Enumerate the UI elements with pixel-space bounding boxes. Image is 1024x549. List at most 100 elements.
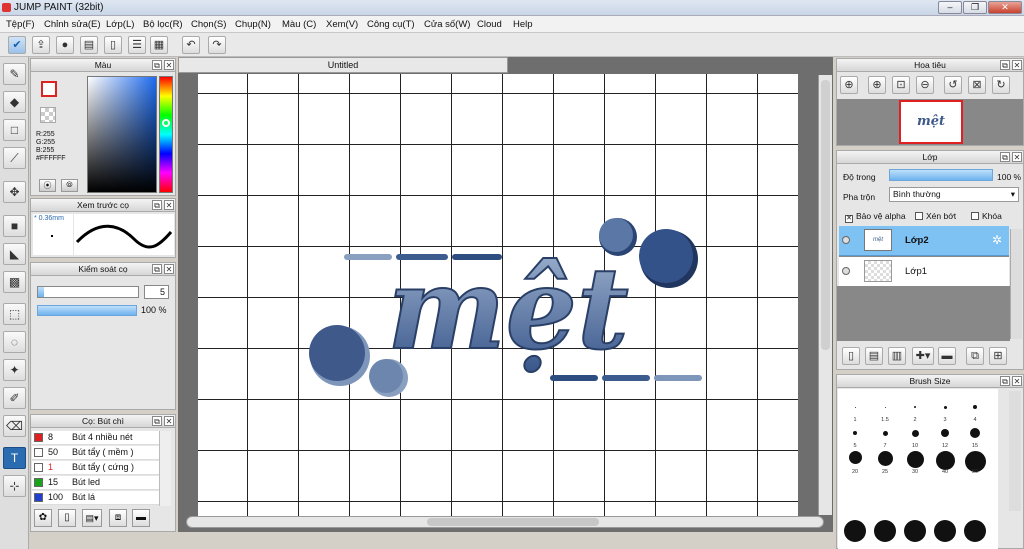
fill-rect-tool-icon[interactable]: ■ [3,215,26,237]
brush-size-option[interactable] [900,517,930,545]
message-icon[interactable]: ▤ [80,36,98,54]
horizontal-scroll-thumb[interactable] [427,518,599,526]
menu-window[interactable]: Cửa số(W) [424,19,470,30]
brush-size-option[interactable]: 40 [930,449,960,475]
palette-icon[interactable]: ⦿ [39,179,56,192]
rotate-right-icon[interactable]: ↻ [992,76,1010,94]
brush-add-icon[interactable]: ✿ [34,509,52,527]
zoom-actual-icon[interactable]: ⊡ [892,76,910,94]
menu-select[interactable]: Chọn(S) [191,19,226,30]
menu-layer[interactable]: Lớp(L) [106,19,134,30]
float-icon[interactable]: ⧉ [1000,376,1010,386]
layer-add-menu-icon[interactable]: ✚▾ [912,347,934,365]
zoom-fit-icon[interactable]: ⊕ [840,76,858,94]
navigator-thumbnail[interactable]: mệt [899,100,963,144]
float-icon[interactable]: ⧉ [152,264,162,274]
menu-cloud[interactable]: Cloud [477,19,502,30]
brush-size-option[interactable] [870,517,900,545]
redo-icon[interactable]: ↷ [208,36,226,54]
float-icon[interactable]: ⧉ [152,416,162,426]
eye-icon[interactable] [842,236,850,244]
lasso-tool-icon[interactable]: ◌ [3,331,26,353]
brush-list-item[interactable]: 15 Bút led [32,476,160,490]
close-icon[interactable]: ✕ [164,416,174,426]
brush-size-option[interactable]: 7 [870,423,900,449]
protect-alpha-checkbox[interactable]: ✕ Bảo vệ alpha [845,211,906,223]
new-brush-icon[interactable]: ▯ [58,509,76,527]
brush-size-option[interactable]: 30 [900,449,930,475]
brush-size-option[interactable] [960,517,990,545]
layer-list-scrollbar[interactable] [1010,229,1022,339]
duplicate-layer-icon[interactable]: ⧉ [966,347,984,365]
float-icon[interactable]: ⧉ [152,200,162,210]
brush-size-option[interactable]: 1 [840,397,870,423]
brush-settings-icon[interactable]: ⧈ [109,509,127,527]
brush-size-option[interactable]: 10 [900,423,930,449]
float-icon[interactable]: ⧉ [1000,60,1010,70]
layer-folder-icon[interactable]: ▬ [938,347,956,365]
hue-handle[interactable] [162,119,170,127]
brush-size-option[interactable]: 25 [870,449,900,475]
brush-list-item[interactable]: 8 Bút 4 nhiều nét [32,431,160,445]
brush-size-option[interactable]: 1.5 [870,397,900,423]
close-icon[interactable]: ✕ [164,200,174,210]
select-eraser-tool-icon[interactable]: ⌫ [3,415,26,437]
eye-icon[interactable] [842,267,850,275]
layer-opacity-slider[interactable] [889,169,993,181]
list-icon[interactable]: ☰ [128,36,146,54]
new-layer-icon[interactable]: ▯ [842,347,860,365]
horizontal-scrollbar[interactable] [186,516,824,528]
layer-row[interactable]: Lớp1 [839,257,1009,286]
zoom-in-icon[interactable]: ⊕ [868,76,886,94]
rectangle-tool-icon[interactable]: □ [3,119,26,141]
close-icon[interactable]: ✕ [164,264,174,274]
brush-size-option[interactable]: 5 [840,423,870,449]
close-button[interactable]: ✕ [988,1,1022,14]
brush-size-option[interactable]: 50 [960,449,990,475]
float-icon[interactable]: ⧉ [1000,152,1010,162]
float-icon[interactable]: ⧉ [152,60,162,70]
layer-row-selected[interactable]: mệt Lớp2 ✲ [839,226,1009,256]
menu-filter[interactable]: Bộ lọc(R) [143,19,183,30]
brush-opacity-slider[interactable] [37,305,137,316]
brush-list-item[interactable]: 50 Bút tẩy ( mềm ) [32,446,160,460]
transparent-color-swatch[interactable] [40,107,56,123]
brush-size-scrollbar[interactable] [1009,391,1021,511]
close-icon[interactable]: ✕ [1012,152,1022,162]
brush-list-item[interactable]: 1 Bút tẩy ( cứng ) [32,461,160,475]
move-tool-icon[interactable]: ✥ [3,181,26,203]
flip-icon[interactable]: ⊠ [968,76,986,94]
document-tab[interactable]: Untitled [178,57,508,73]
close-icon[interactable]: ✕ [1012,376,1022,386]
menu-help[interactable]: Help [513,19,533,30]
brush-size-option[interactable]: 12 [930,423,960,449]
menu-tools[interactable]: Công cụ(T) [367,19,415,30]
brush-size-option[interactable] [840,517,870,545]
gear-icon[interactable]: ✲ [992,233,1002,247]
primary-color-swatch[interactable] [41,81,57,97]
select-pen-tool-icon[interactable]: ✐ [3,387,26,409]
brush-size-option[interactable]: 20 [840,449,870,475]
magic-wand-tool-icon[interactable]: ✦ [3,359,26,381]
close-icon[interactable]: ✕ [164,60,174,70]
folder-icon[interactable]: ▬ [132,509,150,527]
lock-checkbox[interactable]: Khóa [971,211,1002,221]
zoom-out-icon[interactable]: ⊖ [916,76,934,94]
menu-edit[interactable]: Chỉnh sửa(E) [44,19,101,30]
close-icon[interactable]: ✕ [1012,60,1022,70]
minimize-button[interactable]: – [938,1,962,14]
new-layer-copy-icon[interactable]: ▤ [865,347,883,365]
comment-icon[interactable]: ● [56,36,74,54]
vertical-scroll-thumb[interactable] [821,80,830,350]
menu-color[interactable]: Màu (C) [282,19,316,30]
gradient-tool-icon[interactable]: ▩ [3,271,26,293]
export-icon[interactable]: ⇪ [32,36,50,54]
layout-icon[interactable]: ▦ [150,36,168,54]
eraser-tool-icon[interactable]: ◆ [3,91,26,113]
menu-capture[interactable]: Chụp(N) [235,19,271,30]
clipping-checkbox[interactable]: Xén bớt [915,211,956,221]
rect-select-tool-icon[interactable]: ⬚ [3,303,26,325]
brush-list-scrollbar[interactable] [159,431,171,506]
line-tool-icon[interactable]: ⟋ [3,147,26,169]
hue-slider[interactable] [159,76,173,193]
